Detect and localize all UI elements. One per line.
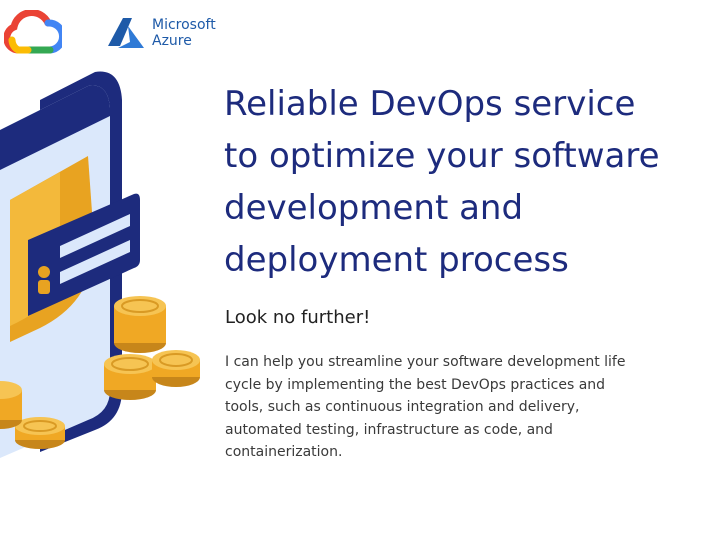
page-title-line-2: to optimize your software: [224, 136, 660, 176]
google-cloud-logo-icon: [4, 10, 62, 54]
page-title-line-1: Reliable DevOps service: [224, 84, 636, 124]
coin-stack-icon: [104, 296, 200, 400]
subheadline: Look no further!: [225, 307, 371, 328]
azure-wordmark: Microsoft Azure: [152, 17, 216, 49]
azure-logo-icon: [108, 18, 144, 48]
azure-wordmark-line2: Azure: [152, 33, 192, 49]
azure-wordmark-line1: Microsoft: [152, 17, 216, 33]
body-paragraph: I can help you streamline your software …: [225, 354, 626, 461]
page-title: Reliable DevOps service to optimize your…: [224, 78, 720, 286]
phone-shield-coins-illustration: [0, 71, 200, 458]
azure-logo: Microsoft Azure: [106, 16, 216, 50]
page-title-line-4: deployment process: [224, 240, 569, 280]
page-title-line-3: development and: [224, 188, 524, 228]
